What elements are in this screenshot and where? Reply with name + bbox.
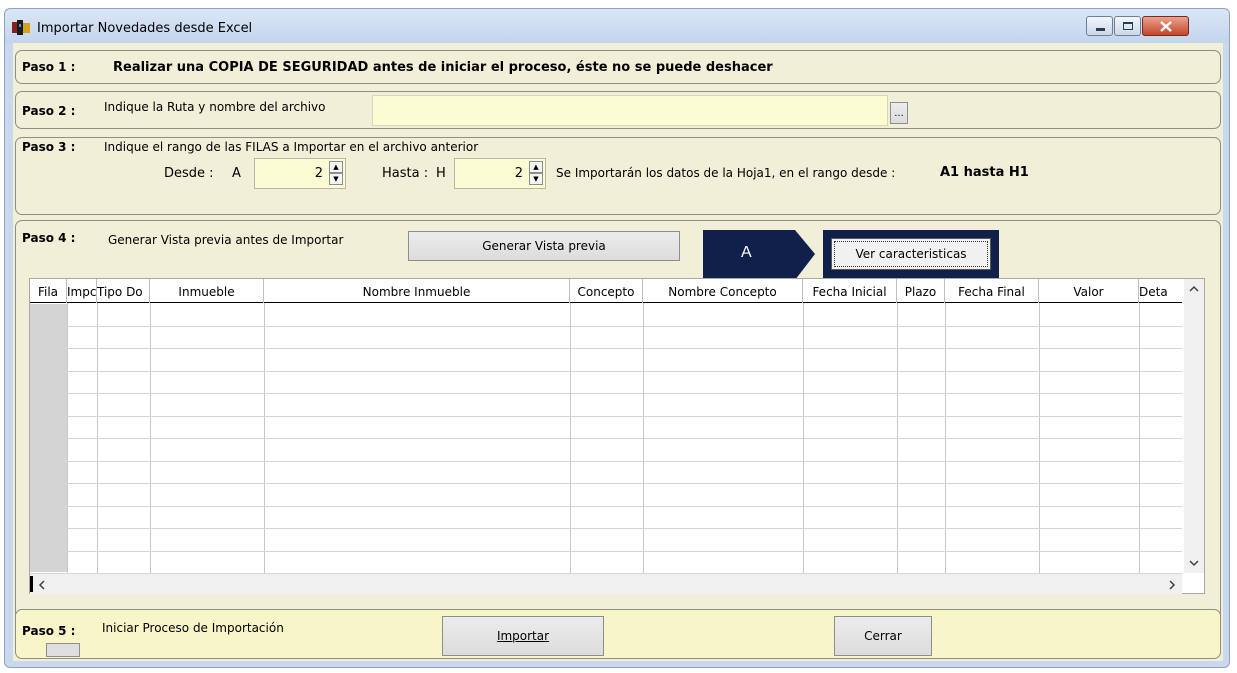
import-button[interactable]: Importar <box>442 616 604 656</box>
callout-label: A <box>741 244 752 261</box>
column-header[interactable]: Valor <box>1039 279 1139 303</box>
desde-row-value: 2 <box>314 166 323 181</box>
column-header[interactable]: Fila <box>30 279 67 303</box>
hasta-row-spinner[interactable]: 2 ▲ ▼ <box>454 158 546 189</box>
step5-panel: Paso 5 : Iniciar Proceso de Importación … <box>15 609 1221 659</box>
dialog-body: Paso 1 : Realizar una COPIA DE SEGURIDAD… <box>13 43 1223 661</box>
scroll-right-icon[interactable] <box>1168 580 1176 590</box>
grid-row-line <box>30 348 1182 349</box>
import-button-label: Importar <box>496 629 550 643</box>
desde-spin-up[interactable]: ▲ <box>329 161 343 173</box>
progress-indicator <box>46 643 80 657</box>
close-dialog-button[interactable]: Cerrar <box>834 616 932 656</box>
minimize-icon <box>1096 28 1105 31</box>
grid-row-line <box>30 483 1182 484</box>
scroll-up-icon[interactable] <box>1189 285 1199 293</box>
hasta-label: Hasta : <box>382 166 429 181</box>
step3-panel: Paso 3 : Indique el rango de las FILAS a… <box>15 137 1221 215</box>
maximize-icon <box>1123 22 1133 30</box>
column-header[interactable]: Impc <box>67 279 97 303</box>
step1-panel: Paso 1 : Realizar una COPIA DE SEGURIDAD… <box>15 50 1221 84</box>
desde-label: Desde : <box>164 166 214 181</box>
close-icon <box>1160 21 1172 32</box>
grid-row-line <box>30 528 1182 529</box>
window-title: Importar Novedades desde Excel <box>37 21 253 36</box>
step5-label: Paso 5 : <box>22 624 76 638</box>
grid-row-line <box>30 460 1182 462</box>
step2-panel: Paso 2 : Indique la Ruta y nombre del ar… <box>15 91 1221 129</box>
maximize-button[interactable] <box>1114 16 1141 36</box>
column-header[interactable]: Nombre Inmueble <box>264 279 570 303</box>
step2-instruction: Indique la Ruta y nombre del archivo <box>104 100 326 114</box>
column-header[interactable]: Deta <box>1139 279 1182 303</box>
range-value: A1 hasta H1 <box>940 165 1029 180</box>
hasta-spin-up[interactable]: ▲ <box>529 161 543 173</box>
minimize-button[interactable] <box>1086 16 1113 36</box>
vertical-scrollbar[interactable] <box>1184 279 1204 573</box>
hasta-row-value: 2 <box>514 166 523 181</box>
column-header[interactable]: Fecha Inicial <box>803 279 897 303</box>
grid-row-line <box>30 393 1182 394</box>
column-header[interactable]: Inmueble <box>150 279 264 303</box>
hasta-column: H <box>436 166 446 181</box>
column-header[interactable]: Plazo <box>897 279 945 303</box>
step1-warning: Realizar una COPIA DE SEGURIDAD antes de… <box>113 60 773 75</box>
cursor-marker <box>30 576 33 592</box>
column-header[interactable]: Concepto <box>570 279 643 303</box>
hasta-spin-down[interactable]: ▼ <box>529 173 543 185</box>
grid-row-line <box>30 550 1182 552</box>
desde-spin-down[interactable]: ▼ <box>329 173 343 185</box>
step3-label: Paso 3 : <box>22 140 76 154</box>
scroll-left-icon[interactable] <box>38 580 46 590</box>
grid-row-line <box>30 415 1182 417</box>
preview-grid[interactable]: Fila Impc Tipo Do Inmueble Nombre Inmueb… <box>29 278 1205 594</box>
view-features-button[interactable]: Ver caracteristicas <box>831 238 991 270</box>
step5-instruction: Iniciar Proceso de Importación <box>102 621 284 635</box>
step1-label: Paso 1 : <box>22 60 76 74</box>
grid-row-line <box>30 505 1182 507</box>
range-description: Se Importarán los datos de la Hoja1, en … <box>556 166 896 180</box>
column-header[interactable]: Tipo Do <box>97 279 150 303</box>
grid-row-line <box>30 370 1182 372</box>
close-button[interactable] <box>1142 16 1189 36</box>
horizontal-scrollbar[interactable] <box>30 574 1182 594</box>
desde-row-spinner[interactable]: 2 ▲ ▼ <box>254 158 346 189</box>
title-bar[interactable]: Importar Novedades desde Excel <box>5 9 1229 43</box>
grid-row-line <box>30 438 1182 439</box>
dialog-window: Importar Novedades desde Excel Paso 1 : … <box>4 8 1230 668</box>
app-icon <box>12 20 30 35</box>
browse-button[interactable]: ... <box>890 102 908 124</box>
scroll-down-icon[interactable] <box>1189 559 1199 567</box>
callout-a: A Ver caracteristicas <box>703 230 999 282</box>
column-header[interactable]: Fecha Final <box>945 279 1039 303</box>
grid-header: Fila Impc Tipo Do Inmueble Nombre Inmueb… <box>30 279 1182 303</box>
file-path-input[interactable] <box>372 95 888 126</box>
step4-label: Paso 4 : <box>22 231 76 245</box>
generate-preview-button[interactable]: Generar Vista previa <box>408 231 680 261</box>
desde-column: A <box>232 166 241 181</box>
column-header[interactable]: Nombre Concepto <box>643 279 803 303</box>
step2-label: Paso 2 : <box>22 104 76 118</box>
step3-instruction: Indique el rango de las FILAS a Importar… <box>104 140 479 154</box>
grid-row-line <box>30 325 1182 327</box>
step4-instruction: Generar Vista previa antes de Importar <box>108 233 344 247</box>
